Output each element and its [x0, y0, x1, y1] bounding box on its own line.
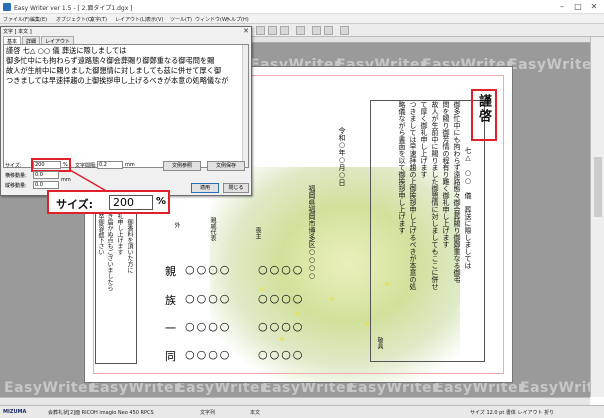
- status-font-info: サイズ 12.0 pt 書体 レイアウト 折り: [470, 410, 555, 416]
- printer-info: 会葬礼状[2]面 RICOH imagio Neo 450 RPCS: [48, 410, 154, 416]
- callout-value: 200: [109, 195, 153, 210]
- size-callout: サイズ: 200 %: [47, 190, 170, 214]
- callout-label: サイズ:: [56, 198, 94, 211]
- callout-unit: %: [156, 196, 167, 207]
- brand-logo: MIZUMA: [3, 409, 27, 415]
- status-mode: 文字列: [200, 410, 216, 416]
- status-object: 本文: [250, 410, 261, 416]
- status-bar: MIZUMA 会葬礼状[2]面 RICOH imagio Neo 450 RPC…: [0, 405, 604, 418]
